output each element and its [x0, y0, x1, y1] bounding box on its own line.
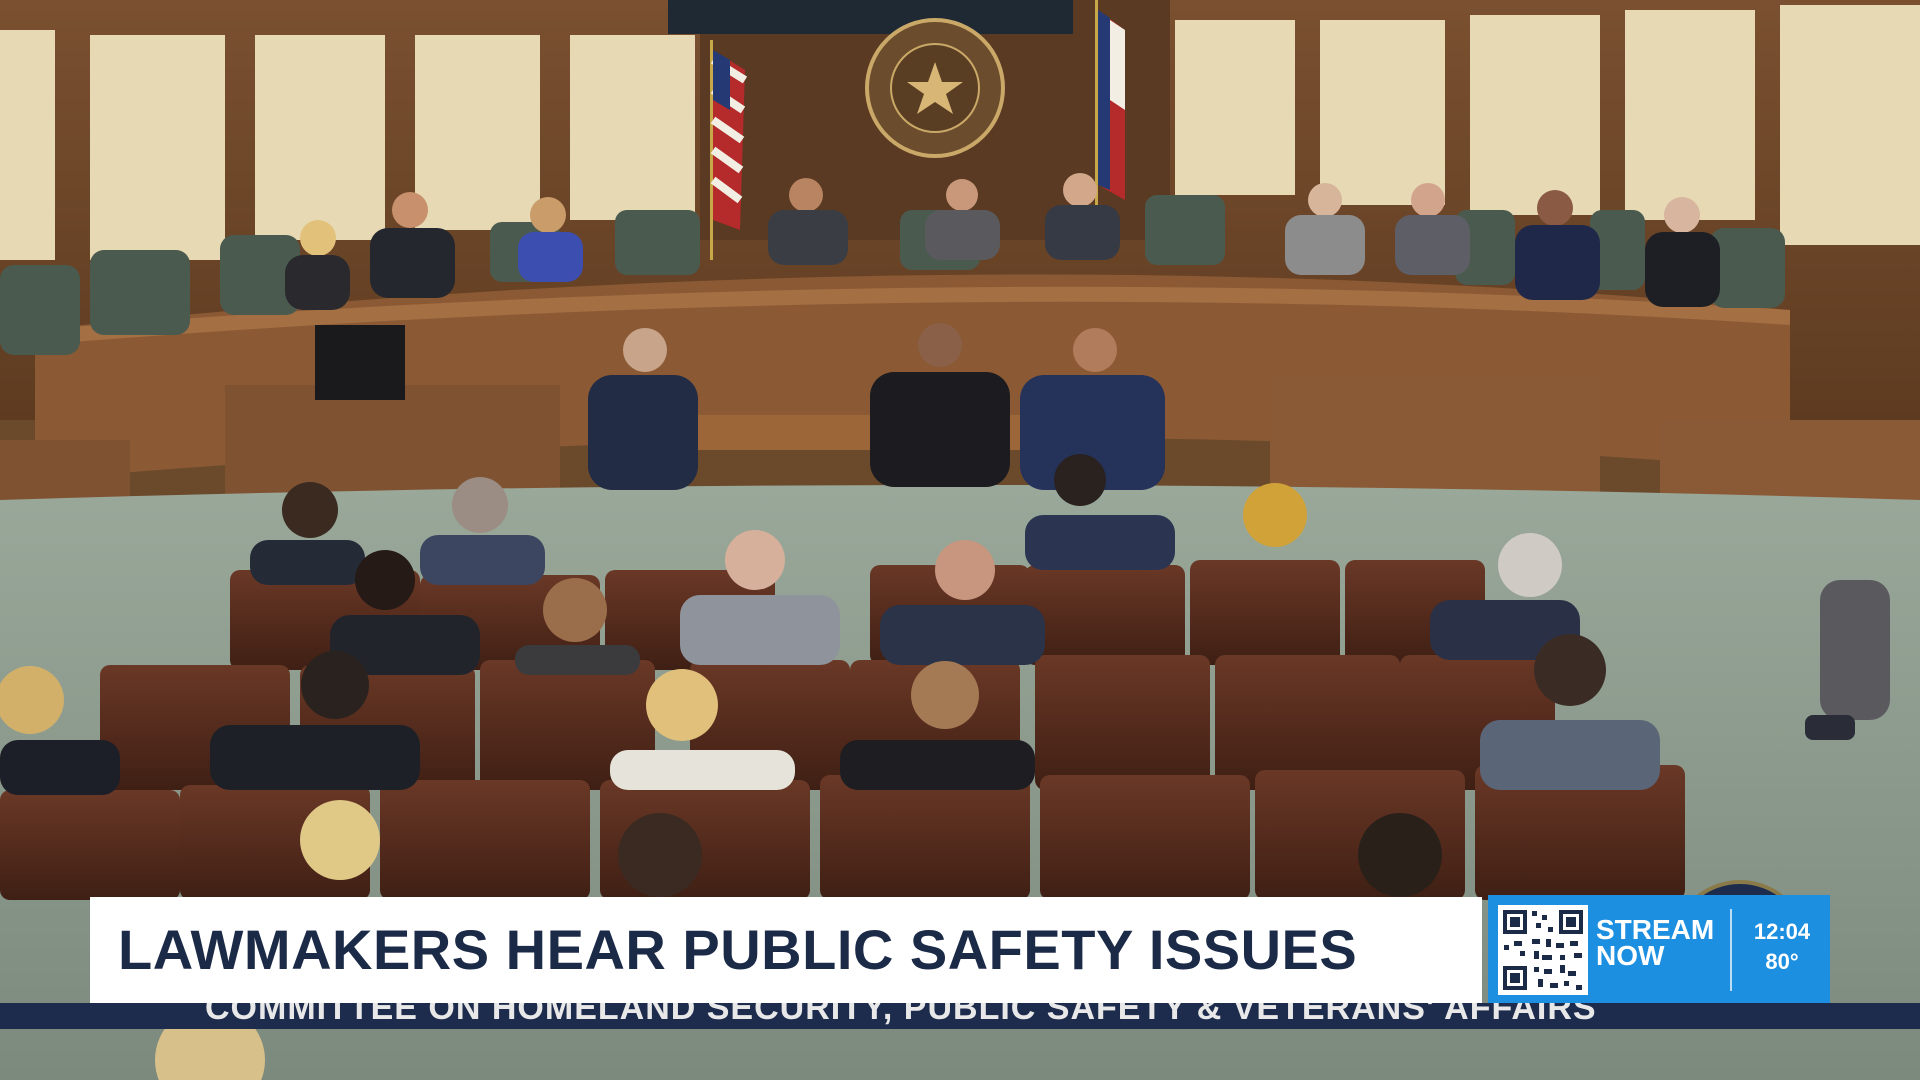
state-seal-icon	[865, 18, 1005, 158]
source-caption-band: COMMITTEE ON HOMELAND SECURITY, PUBLIC S…	[0, 1003, 1920, 1029]
time-weather: 12:04 80°	[1738, 917, 1826, 977]
current-time: 12:04	[1753, 919, 1811, 944]
source-caption: COMMITTEE ON HOMELAND SECURITY, PUBLIC S…	[205, 1003, 1597, 1027]
headline-banner: LAWMAKERS HEAR PUBLIC SAFETY ISSUES	[90, 897, 1482, 1003]
badge-divider	[1730, 909, 1732, 991]
stream-now-label[interactable]: STREAM NOW	[1596, 916, 1714, 971]
texas-flag-icon	[1095, 0, 1125, 210]
stream-label-line2: NOW	[1596, 940, 1665, 971]
headline-text: LAWMAKERS HEAR PUBLIC SAFETY ISSUES	[118, 918, 1358, 981]
stream-now-badge[interactable]: STREAM NOW 12:04 80°	[1488, 895, 1830, 1005]
qr-code-icon[interactable]	[1498, 905, 1588, 995]
current-temperature: 80°	[1765, 949, 1799, 974]
monitor	[315, 325, 405, 400]
overhead-screen	[668, 0, 1073, 34]
